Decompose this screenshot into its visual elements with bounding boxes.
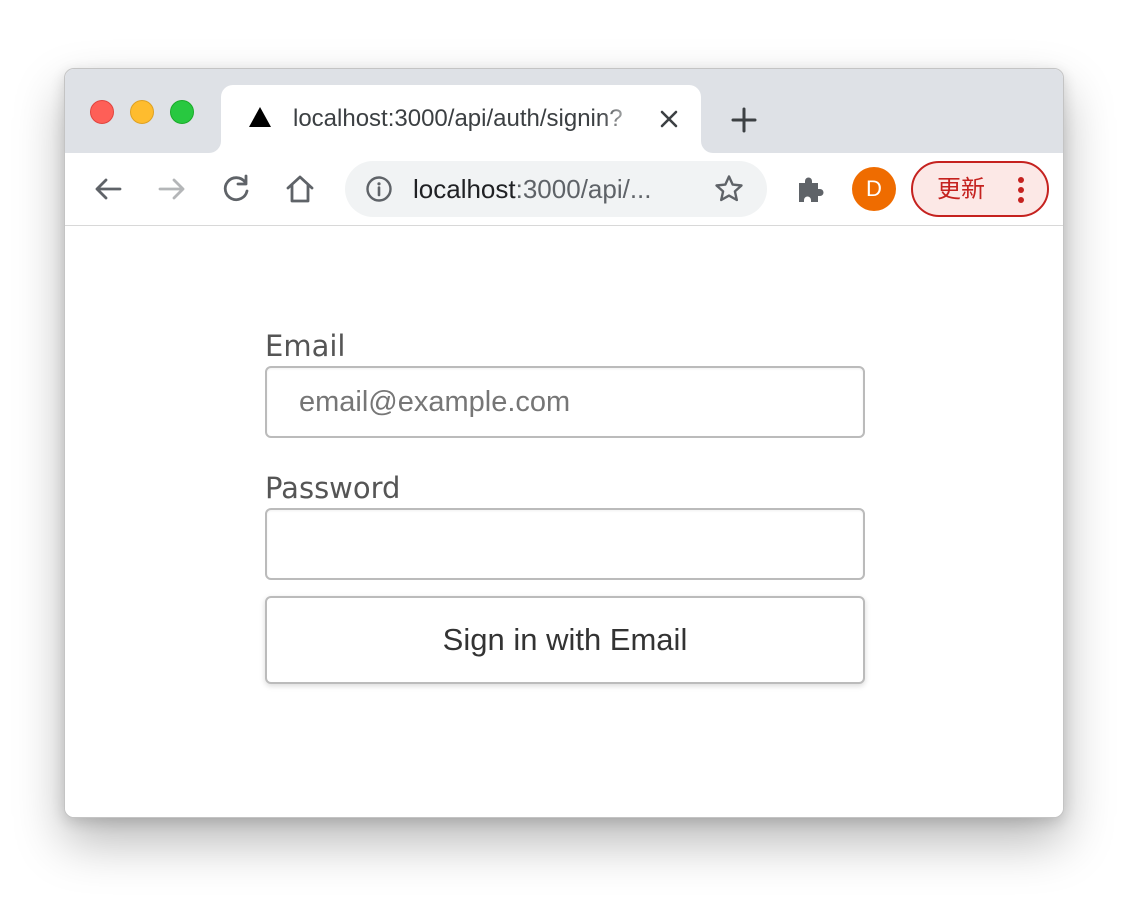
close-window-button[interactable] [90,100,114,124]
close-tab-icon[interactable] [655,105,683,133]
tab-strip: localhost:3000/api/auth/signin? [65,69,1063,153]
browser-window: localhost:3000/api/auth/signin? localhos… [64,68,1064,818]
bookmark-star-icon[interactable] [713,173,745,205]
password-label: Password [265,471,401,505]
url-path: :3000/api/... [515,174,652,204]
reload-icon[interactable] [219,172,253,206]
minimize-window-button[interactable] [130,100,154,124]
back-arrow-icon[interactable] [91,172,125,206]
update-button[interactable]: 更新 [911,161,1049,217]
triangle-icon [249,107,271,127]
sign-in-email-button[interactable]: Sign in with Email [265,596,865,684]
new-tab-icon[interactable] [729,105,759,135]
maximize-window-button[interactable] [170,100,194,124]
password-field[interactable] [265,508,865,580]
url-text[interactable]: localhost:3000/api/... [413,173,652,205]
email-field[interactable] [265,366,865,438]
forward-arrow-icon[interactable] [155,172,189,206]
address-bar[interactable]: localhost:3000/api/... [345,161,767,217]
browser-toolbar: localhost:3000/api/... D 更新 [65,153,1063,226]
page-content: Email Password Sign in with Email [65,226,1063,817]
signin-form: Email Password Sign in with Email [265,326,865,684]
tab-title: localhost:3000/api/auth/signin? [293,105,623,132]
update-label: 更新 [937,175,985,203]
active-tab[interactable]: localhost:3000/api/auth/signin? [221,85,701,153]
more-menu-icon[interactable] [1017,177,1025,203]
home-icon[interactable] [283,172,317,206]
site-info-icon[interactable] [365,175,393,203]
profile-avatar[interactable]: D [852,167,896,211]
extensions-puzzle-icon[interactable] [793,172,827,206]
url-host: localhost [413,174,516,204]
email-label: Email [265,329,346,363]
